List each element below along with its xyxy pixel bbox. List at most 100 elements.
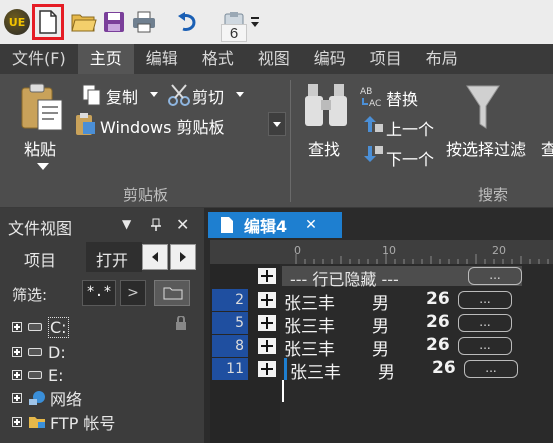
tab-close-button[interactable]: ✕ — [305, 217, 317, 233]
clipboard-select[interactable]: Windows 剪贴板 — [100, 114, 225, 138]
tab-label: 编辑4 — [244, 217, 288, 236]
save-button[interactable] — [98, 4, 130, 40]
svg-text:AC: AC — [369, 99, 381, 108]
tab-format[interactable]: 格式 — [190, 44, 246, 74]
paste-dropdown-icon[interactable] — [37, 163, 49, 171]
panel-tab-prev-button[interactable] — [142, 244, 168, 270]
filter-icon[interactable] — [466, 84, 500, 130]
tree-item-label: FTP 帐号 — [50, 414, 116, 433]
browse-folder-button[interactable] — [154, 280, 190, 306]
expand-hidden-button[interactable]: ... — [458, 291, 512, 309]
drive-icon — [28, 348, 42, 356]
new-file-icon — [39, 10, 57, 34]
group-label-search: 搜索 — [478, 186, 509, 204]
line-name: 张三丰 — [290, 363, 341, 383]
paste-icon[interactable] — [20, 82, 64, 132]
expand-icon[interactable] — [12, 417, 22, 427]
tab-layout[interactable]: 布局 — [414, 44, 470, 74]
pin-icon[interactable] — [150, 218, 162, 232]
find-button[interactable]: 查找 — [308, 136, 340, 160]
chevron-right-icon — [180, 252, 186, 262]
print-button[interactable] — [128, 4, 160, 40]
tab-project-files[interactable]: 项目 — [24, 247, 56, 271]
line-gender: 男 — [378, 363, 395, 383]
find-next-button[interactable]: 下一个 — [386, 146, 434, 170]
app-logo-icon[interactable]: UE — [4, 9, 30, 35]
tree-item-label: 网络 — [50, 390, 83, 409]
expand-hidden-button[interactable]: ... — [464, 360, 518, 378]
expand-hidden-button[interactable]: ... — [468, 267, 522, 285]
fold-toggle[interactable] — [258, 268, 276, 284]
ftp-folder-icon — [29, 417, 45, 428]
paste-button[interactable]: 粘贴 — [24, 136, 56, 160]
fold-toggle[interactable] — [258, 338, 276, 354]
line-age: 26 — [426, 335, 450, 355]
copy-dropdown-icon[interactable] — [150, 92, 158, 98]
tooltip-number: 6 — [221, 24, 247, 42]
ruler-label: 0 — [294, 244, 301, 257]
line-number: 8 — [212, 335, 248, 357]
cut-dropdown-icon[interactable] — [236, 92, 244, 98]
copy-icon — [82, 84, 101, 106]
line-number: 5 — [212, 312, 248, 334]
find-more-button[interactable]: 查 — [541, 136, 553, 160]
line-gender: 男 — [372, 317, 389, 337]
line-name: 张三丰 — [284, 340, 335, 360]
tab-edit[interactable]: 编辑 — [134, 44, 190, 74]
copy-button[interactable]: 复制 — [106, 84, 138, 108]
fold-toggle[interactable] — [258, 361, 276, 377]
group-label-clipboard: 剪贴板 — [123, 186, 169, 204]
new-file-button[interactable] — [32, 4, 64, 40]
tree-item-label: E: — [48, 365, 64, 385]
tree-item-ftp[interactable]: FTP 帐号 — [12, 411, 115, 433]
chevron-left-icon — [152, 252, 158, 262]
open-button[interactable] — [68, 4, 100, 40]
print-icon — [133, 11, 155, 33]
expand-icon[interactable] — [12, 347, 22, 357]
tab-file[interactable]: 文件(F) — [0, 44, 78, 74]
filter-by-selection-button[interactable]: 按选择过滤 — [446, 136, 526, 160]
folder-icon — [163, 287, 183, 300]
tree-item-network[interactable]: 网络 — [12, 387, 82, 409]
customize-toolbar-dropdown[interactable] — [246, 4, 264, 40]
filter-apply-button[interactable]: > — [120, 280, 146, 306]
cut-button[interactable]: 剪切 — [192, 84, 224, 108]
expand-icon[interactable] — [12, 370, 22, 380]
find-prev-button[interactable]: 上一个 — [386, 116, 434, 140]
hidden-lines-text: --- 行已隐藏 --- — [290, 270, 399, 289]
open-folder-icon — [71, 14, 97, 32]
line-age: 26 — [432, 358, 456, 378]
fold-toggle[interactable] — [258, 315, 276, 331]
tab-open-files[interactable]: 打开 — [96, 247, 128, 271]
drive-icon — [28, 371, 42, 379]
replace-button[interactable]: 替换 — [386, 86, 418, 110]
undo-button[interactable] — [172, 4, 204, 40]
binoculars-icon[interactable] — [304, 80, 348, 130]
clipboard-dropdown[interactable] — [268, 112, 286, 136]
fold-toggle[interactable] — [258, 292, 276, 308]
scroll-lock-icon — [176, 316, 186, 330]
tree-item-c[interactable]: C: — [12, 316, 69, 338]
tab-encoding[interactable]: 编码 — [302, 44, 358, 74]
panel-tab-next-button[interactable] — [170, 244, 196, 270]
line-number: 11 — [212, 358, 248, 380]
panel-close-button[interactable]: ✕ — [176, 215, 189, 234]
ruler: 0 10 20 — [210, 240, 553, 264]
filter-input[interactable]: *.* — [82, 280, 116, 306]
ribbon-divider — [290, 80, 291, 202]
expand-hidden-button[interactable]: ... — [458, 314, 512, 332]
expand-icon[interactable] — [12, 322, 22, 332]
tree-item-d[interactable]: D: — [12, 341, 66, 363]
network-icon — [29, 391, 45, 405]
tab-project[interactable]: 项目 — [358, 44, 414, 74]
tab-home[interactable]: 主页 — [77, 44, 134, 74]
ribbon-tabs: 文件(F) 主页 编辑 格式 视图 编码 项目 布局 — [0, 44, 553, 74]
expand-hidden-button[interactable]: ... — [458, 337, 512, 355]
tree-item-e[interactable]: E: — [12, 364, 64, 386]
document-icon — [221, 217, 233, 233]
tab-view[interactable]: 视图 — [246, 44, 302, 74]
tab-edit4[interactable]: 编辑4 ✕ — [208, 212, 342, 238]
tree-item-label: D: — [48, 342, 66, 362]
panel-menu-dropdown[interactable]: ▼ — [122, 217, 131, 231]
expand-icon[interactable] — [12, 393, 22, 403]
